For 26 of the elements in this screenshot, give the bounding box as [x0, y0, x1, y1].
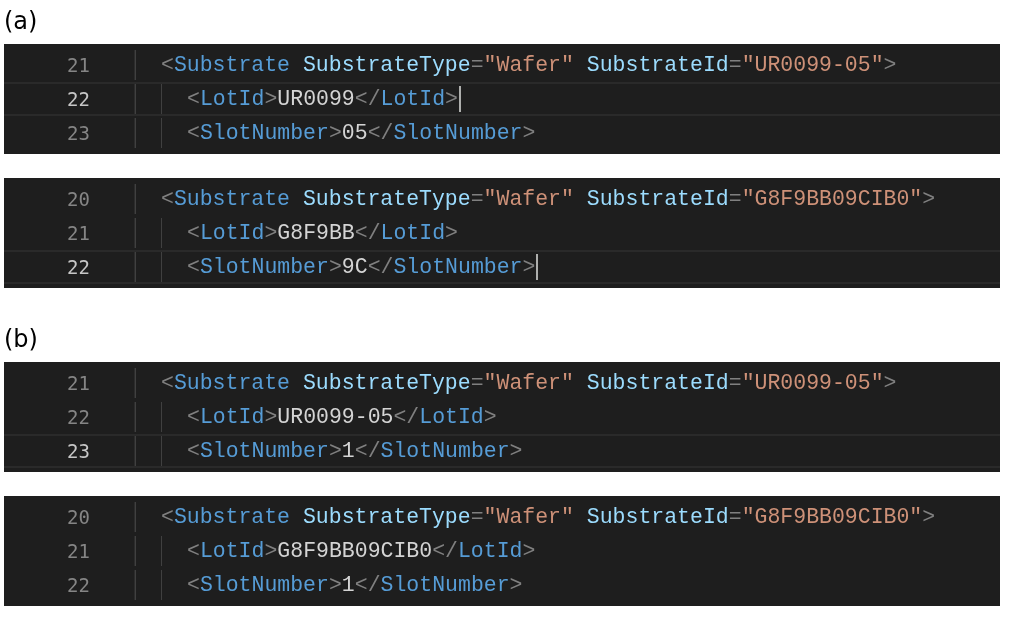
- code-line: <Substrate SubstrateType="Wafer" SubstrateId="UR0099-05">: [161, 371, 897, 395]
- code-line: <SlotNumber>9C</SlotNumber>: [187, 255, 536, 279]
- code-line: <LotId>G8F9BB09CIB0</LotId>: [187, 539, 536, 563]
- line-number: 23: [66, 440, 90, 462]
- line-number: 20: [66, 188, 90, 210]
- code-line: <LotId>UR0099</LotId>: [187, 87, 458, 111]
- line-number: 22: [66, 88, 90, 110]
- code-line: <Substrate SubstrateType="Wafer" SubstrateId="G8F9BB09CIB0">: [161, 505, 936, 529]
- line-number: 23: [66, 122, 90, 144]
- line-number: 21: [66, 372, 90, 394]
- line-number: 22: [66, 406, 90, 428]
- line-number: 21: [66, 540, 90, 562]
- line-number: 21: [66, 54, 90, 76]
- code-line: <SlotNumber>1</SlotNumber>: [187, 439, 523, 463]
- figure-label: (a): [3, 6, 39, 37]
- line-number: 22: [66, 256, 90, 278]
- code-line: <SlotNumber>05</SlotNumber>: [187, 121, 536, 145]
- code-line: <Substrate SubstrateType="Wafer" SubstrateId="UR0099-05">: [161, 53, 897, 77]
- code-line: <Substrate SubstrateType="Wafer" SubstrateId="G8F9BB09CIB0">: [161, 187, 936, 211]
- line-number: 21: [66, 222, 90, 244]
- line-number: 22: [66, 574, 90, 596]
- code-line: <LotId>UR0099-05</LotId>: [187, 405, 497, 429]
- figure-label: (b): [3, 324, 39, 355]
- code-line: <LotId>G8F9BB</LotId>: [187, 221, 458, 245]
- line-number: 20: [66, 506, 90, 528]
- code-line: <SlotNumber>1</SlotNumber>: [187, 573, 523, 597]
